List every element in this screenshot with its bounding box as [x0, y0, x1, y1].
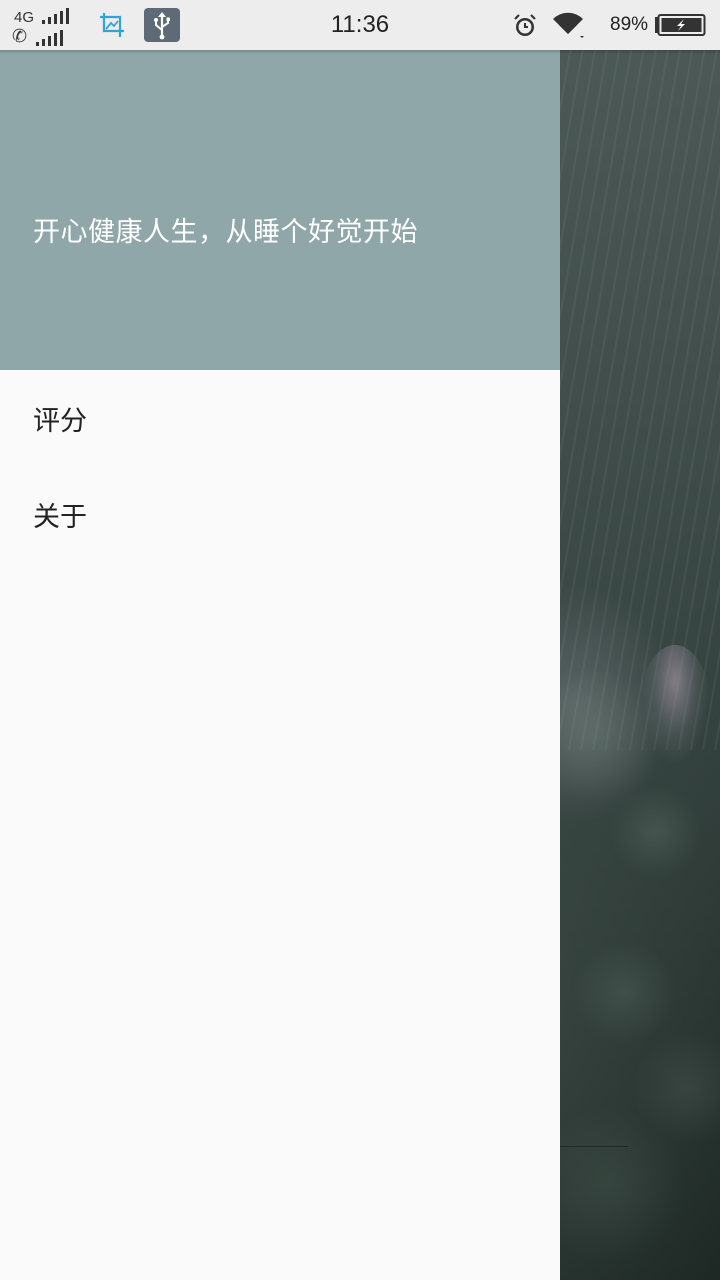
menu-item-rate[interactable]: 评分 — [0, 370, 560, 466]
drawer-menu: 评分 关于 — [0, 370, 560, 562]
navigation-drawer: 开心健康人生，从睡个好觉开始 评分 关于 — [0, 50, 560, 1280]
divider — [560, 1146, 628, 1147]
battery-percent: 89% — [610, 14, 649, 35]
wifi-icon — [553, 12, 584, 38]
status-bar-shadow — [0, 50, 720, 54]
battery-charging-icon — [655, 14, 706, 36]
menu-item-about[interactable]: 关于 — [0, 466, 560, 562]
drawer-header: 开心健康人生，从睡个好觉开始 — [0, 50, 560, 370]
status-bar: 4G ✆ 11:36 89% — [0, 0, 720, 50]
alarm-icon — [514, 14, 536, 36]
app-screen: 4G ✆ 11:36 89% 开心健康人生，从睡个好觉开始 评分 关于 — [0, 0, 720, 1280]
drawer-tagline: 开心健康人生，从睡个好觉开始 — [33, 217, 418, 248]
water-splash — [640, 645, 710, 765]
